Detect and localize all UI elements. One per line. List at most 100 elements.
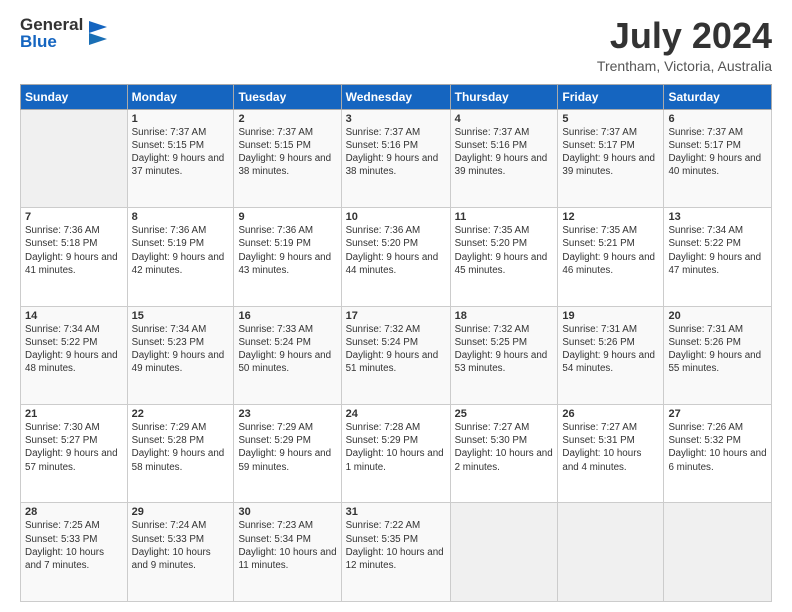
page: General Blue July 2024 Trentham, Victori… — [0, 0, 792, 612]
day-info: Sunrise: 7:35 AM Sunset: 5:21 PM Dayligh… — [562, 224, 659, 277]
calendar-cell — [558, 503, 664, 602]
day-info: Sunrise: 7:28 AM Sunset: 5:29 PM Dayligh… — [346, 421, 446, 474]
day-number: 5 — [562, 113, 659, 125]
day-number: 8 — [132, 211, 230, 223]
day-info: Sunrise: 7:36 AM Sunset: 5:20 PM Dayligh… — [346, 224, 446, 277]
day-info: Sunrise: 7:27 AM Sunset: 5:31 PM Dayligh… — [562, 421, 659, 474]
calendar-cell: 16Sunrise: 7:33 AM Sunset: 5:24 PM Dayli… — [234, 306, 341, 404]
day-info: Sunrise: 7:32 AM Sunset: 5:24 PM Dayligh… — [346, 323, 446, 376]
day-number: 12 — [562, 211, 659, 223]
day-info: Sunrise: 7:25 AM Sunset: 5:33 PM Dayligh… — [25, 519, 123, 572]
calendar-week-row: 1Sunrise: 7:37 AM Sunset: 5:15 PM Daylig… — [21, 109, 772, 207]
header: General Blue July 2024 Trentham, Victori… — [20, 16, 772, 74]
logo-general-text: General — [20, 16, 83, 33]
weekday-header-monday: Monday — [127, 84, 234, 109]
calendar-cell: 30Sunrise: 7:23 AM Sunset: 5:34 PM Dayli… — [234, 503, 341, 602]
calendar-week-row: 28Sunrise: 7:25 AM Sunset: 5:33 PM Dayli… — [21, 503, 772, 602]
weekday-header-sunday: Sunday — [21, 84, 128, 109]
month-year-title: July 2024 — [597, 16, 772, 56]
calendar-cell — [21, 109, 128, 207]
calendar-table: SundayMondayTuesdayWednesdayThursdayFrid… — [20, 84, 772, 602]
day-number: 3 — [346, 113, 446, 125]
day-number: 9 — [238, 211, 336, 223]
day-info: Sunrise: 7:32 AM Sunset: 5:25 PM Dayligh… — [455, 323, 554, 376]
logo-flag-icon — [87, 19, 109, 47]
calendar-cell: 2Sunrise: 7:37 AM Sunset: 5:15 PM Daylig… — [234, 109, 341, 207]
calendar-cell: 29Sunrise: 7:24 AM Sunset: 5:33 PM Dayli… — [127, 503, 234, 602]
calendar-cell: 27Sunrise: 7:26 AM Sunset: 5:32 PM Dayli… — [664, 405, 772, 503]
calendar-cell: 8Sunrise: 7:36 AM Sunset: 5:19 PM Daylig… — [127, 208, 234, 306]
day-number: 18 — [455, 310, 554, 322]
calendar-cell: 22Sunrise: 7:29 AM Sunset: 5:28 PM Dayli… — [127, 405, 234, 503]
day-info: Sunrise: 7:37 AM Sunset: 5:15 PM Dayligh… — [132, 126, 230, 179]
day-number: 23 — [238, 408, 336, 420]
day-info: Sunrise: 7:34 AM Sunset: 5:22 PM Dayligh… — [25, 323, 123, 376]
day-number: 26 — [562, 408, 659, 420]
day-number: 25 — [455, 408, 554, 420]
day-number: 4 — [455, 113, 554, 125]
weekday-header-tuesday: Tuesday — [234, 84, 341, 109]
calendar-cell: 19Sunrise: 7:31 AM Sunset: 5:26 PM Dayli… — [558, 306, 664, 404]
calendar-cell: 9Sunrise: 7:36 AM Sunset: 5:19 PM Daylig… — [234, 208, 341, 306]
calendar-cell: 4Sunrise: 7:37 AM Sunset: 5:16 PM Daylig… — [450, 109, 558, 207]
day-info: Sunrise: 7:36 AM Sunset: 5:19 PM Dayligh… — [238, 224, 336, 277]
calendar-cell: 17Sunrise: 7:32 AM Sunset: 5:24 PM Dayli… — [341, 306, 450, 404]
day-info: Sunrise: 7:37 AM Sunset: 5:17 PM Dayligh… — [562, 126, 659, 179]
day-info: Sunrise: 7:30 AM Sunset: 5:27 PM Dayligh… — [25, 421, 123, 474]
calendar-cell: 25Sunrise: 7:27 AM Sunset: 5:30 PM Dayli… — [450, 405, 558, 503]
calendar-cell: 6Sunrise: 7:37 AM Sunset: 5:17 PM Daylig… — [664, 109, 772, 207]
calendar-cell: 13Sunrise: 7:34 AM Sunset: 5:22 PM Dayli… — [664, 208, 772, 306]
logo: General Blue — [20, 16, 109, 50]
calendar-cell: 20Sunrise: 7:31 AM Sunset: 5:26 PM Dayli… — [664, 306, 772, 404]
day-number: 6 — [668, 113, 767, 125]
day-info: Sunrise: 7:26 AM Sunset: 5:32 PM Dayligh… — [668, 421, 767, 474]
calendar-cell: 5Sunrise: 7:37 AM Sunset: 5:17 PM Daylig… — [558, 109, 664, 207]
day-info: Sunrise: 7:29 AM Sunset: 5:29 PM Dayligh… — [238, 421, 336, 474]
calendar-cell: 3Sunrise: 7:37 AM Sunset: 5:16 PM Daylig… — [341, 109, 450, 207]
calendar-week-row: 21Sunrise: 7:30 AM Sunset: 5:27 PM Dayli… — [21, 405, 772, 503]
calendar-cell: 23Sunrise: 7:29 AM Sunset: 5:29 PM Dayli… — [234, 405, 341, 503]
day-info: Sunrise: 7:24 AM Sunset: 5:33 PM Dayligh… — [132, 519, 230, 572]
day-info: Sunrise: 7:34 AM Sunset: 5:22 PM Dayligh… — [668, 224, 767, 277]
day-number: 30 — [238, 506, 336, 518]
day-number: 20 — [668, 310, 767, 322]
day-number: 15 — [132, 310, 230, 322]
calendar-cell: 18Sunrise: 7:32 AM Sunset: 5:25 PM Dayli… — [450, 306, 558, 404]
day-number: 16 — [238, 310, 336, 322]
day-number: 7 — [25, 211, 123, 223]
day-info: Sunrise: 7:31 AM Sunset: 5:26 PM Dayligh… — [668, 323, 767, 376]
day-info: Sunrise: 7:33 AM Sunset: 5:24 PM Dayligh… — [238, 323, 336, 376]
day-info: Sunrise: 7:37 AM Sunset: 5:15 PM Dayligh… — [238, 126, 336, 179]
day-info: Sunrise: 7:31 AM Sunset: 5:26 PM Dayligh… — [562, 323, 659, 376]
weekday-header-wednesday: Wednesday — [341, 84, 450, 109]
calendar-week-row: 14Sunrise: 7:34 AM Sunset: 5:22 PM Dayli… — [21, 306, 772, 404]
calendar-cell: 15Sunrise: 7:34 AM Sunset: 5:23 PM Dayli… — [127, 306, 234, 404]
calendar-cell — [664, 503, 772, 602]
day-info: Sunrise: 7:37 AM Sunset: 5:16 PM Dayligh… — [346, 126, 446, 179]
calendar-week-row: 7Sunrise: 7:36 AM Sunset: 5:18 PM Daylig… — [21, 208, 772, 306]
day-number: 1 — [132, 113, 230, 125]
day-info: Sunrise: 7:22 AM Sunset: 5:35 PM Dayligh… — [346, 519, 446, 572]
logo-blue-text: Blue — [20, 33, 83, 50]
calendar-cell: 11Sunrise: 7:35 AM Sunset: 5:20 PM Dayli… — [450, 208, 558, 306]
day-number: 27 — [668, 408, 767, 420]
calendar-cell: 14Sunrise: 7:34 AM Sunset: 5:22 PM Dayli… — [21, 306, 128, 404]
day-number: 13 — [668, 211, 767, 223]
day-info: Sunrise: 7:27 AM Sunset: 5:30 PM Dayligh… — [455, 421, 554, 474]
day-number: 22 — [132, 408, 230, 420]
title-area: July 2024 Trentham, Victoria, Australia — [597, 16, 772, 74]
calendar-cell: 7Sunrise: 7:36 AM Sunset: 5:18 PM Daylig… — [21, 208, 128, 306]
day-number: 24 — [346, 408, 446, 420]
calendar-cell: 24Sunrise: 7:28 AM Sunset: 5:29 PM Dayli… — [341, 405, 450, 503]
calendar-cell: 31Sunrise: 7:22 AM Sunset: 5:35 PM Dayli… — [341, 503, 450, 602]
calendar-cell: 1Sunrise: 7:37 AM Sunset: 5:15 PM Daylig… — [127, 109, 234, 207]
day-info: Sunrise: 7:37 AM Sunset: 5:16 PM Dayligh… — [455, 126, 554, 179]
day-number: 31 — [346, 506, 446, 518]
day-info: Sunrise: 7:29 AM Sunset: 5:28 PM Dayligh… — [132, 421, 230, 474]
calendar-cell: 12Sunrise: 7:35 AM Sunset: 5:21 PM Dayli… — [558, 208, 664, 306]
day-number: 19 — [562, 310, 659, 322]
day-number: 2 — [238, 113, 336, 125]
location-subtitle: Trentham, Victoria, Australia — [597, 58, 772, 74]
day-number: 17 — [346, 310, 446, 322]
day-number: 11 — [455, 211, 554, 223]
